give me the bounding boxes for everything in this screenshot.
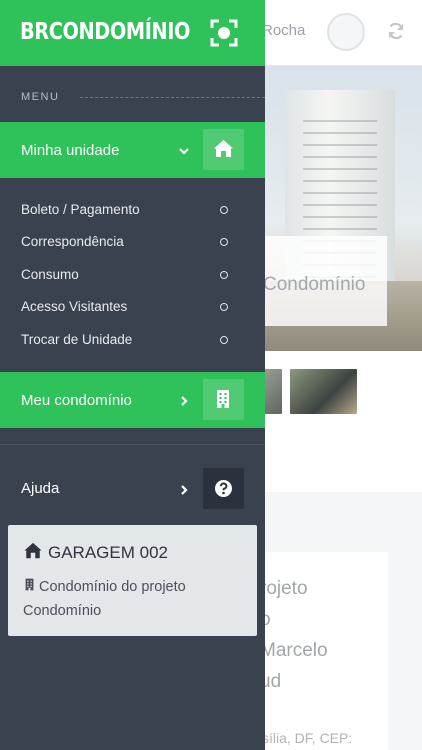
scan-icon[interactable] — [210, 19, 238, 47]
drawer-header: BRCONDOMÍNIO — [0, 0, 265, 66]
menu-item-label: Boleto / Pagamento — [21, 202, 140, 217]
menu-divider — [80, 97, 265, 98]
chevron-right-icon — [178, 483, 190, 495]
ajuda-menu-item[interactable]: Ajuda — [0, 468, 265, 510]
drawer-divider — [0, 444, 265, 445]
menu-item-label: Trocar de Unidade — [21, 332, 133, 347]
minha-unidade-toggle[interactable]: Minha unidade — [0, 122, 265, 178]
chevron-down-icon — [178, 144, 190, 156]
info-line: Marcelo — [260, 640, 328, 661]
user-name[interactable]: Rocha — [262, 22, 305, 39]
ajuda-label: Ajuda — [21, 480, 60, 497]
refresh-icon[interactable] — [386, 21, 406, 41]
brand-logo: BRCONDOMÍNIO — [20, 19, 190, 45]
address-text: sília, DF, CEP: — [262, 730, 353, 746]
building-icon — [25, 578, 34, 591]
help-button[interactable] — [203, 468, 244, 509]
circle-icon — [220, 238, 228, 246]
building-button[interactable] — [203, 379, 244, 420]
menu-item-acesso-visitantes[interactable]: Acesso Visitantes — [0, 291, 265, 323]
meu-condominio-toggle[interactable]: Meu condomínio — [0, 372, 265, 428]
unit-title: GARAGEM 002 — [23, 542, 168, 565]
question-circle-icon — [215, 480, 232, 497]
avatar[interactable] — [327, 13, 365, 51]
chevron-right-icon — [178, 394, 190, 406]
unit-name: GARAGEM 002 — [48, 543, 168, 562]
home-icon — [214, 140, 233, 157]
menu-item-consumo[interactable]: Consumo — [0, 259, 265, 291]
menu-item-label: Correspondência — [21, 234, 124, 249]
home-icon — [24, 542, 42, 559]
menu-section-label: MENU — [21, 91, 60, 103]
hero-title: Condomínio — [263, 274, 366, 295]
menu-item-correspondencia[interactable]: Correspondência — [0, 226, 265, 258]
circle-icon — [220, 336, 228, 344]
info-line: rojeto — [260, 578, 308, 599]
circle-icon — [220, 303, 228, 311]
menu-item-label: Acesso Visitantes — [21, 299, 128, 314]
circle-icon — [220, 206, 228, 214]
menu-item-trocar-de-unidade[interactable]: Trocar de Unidade — [0, 324, 265, 356]
menu-item-boleto-pagamento[interactable]: Boleto / Pagamento — [0, 194, 265, 226]
minha-unidade-label: Minha unidade — [21, 142, 120, 159]
meu-condominio-label: Meu condomínio — [21, 392, 132, 409]
current-unit-card[interactable]: GARAGEM 002 Condomínio do projeto Condom… — [8, 525, 257, 636]
home-button[interactable] — [203, 129, 244, 170]
gallery-thumbnail[interactable] — [262, 369, 282, 414]
navigation-drawer: BRCONDOMÍNIO MENU Minha unidade Boleto /… — [0, 0, 265, 750]
gallery-thumbnail[interactable] — [290, 369, 357, 414]
condominio-info: Condomínio do projeto Condomínio — [23, 575, 248, 623]
circle-icon — [220, 271, 228, 279]
building-icon — [217, 390, 229, 408]
menu-item-label: Consumo — [21, 267, 79, 282]
condominio-name: Condomínio do projeto Condomínio — [23, 579, 186, 619]
